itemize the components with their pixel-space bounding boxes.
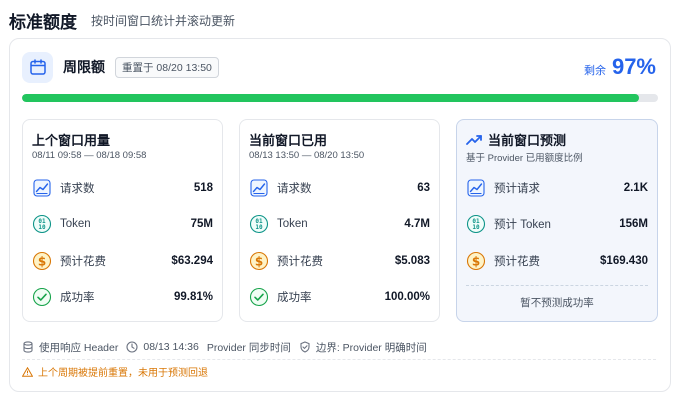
chart-line-icon [249, 178, 269, 198]
dollar-icon: $ [466, 251, 486, 271]
stat-row-success-rate: 成功率 99.81% [32, 286, 213, 308]
no-prediction-note: 暂不预测成功率 [520, 297, 594, 309]
remaining-percent: 97% [611, 54, 656, 79]
binary-icon: 01 10 [32, 214, 52, 234]
stat-label: 预计 Token [494, 219, 551, 231]
stat-label: 预计花费 [277, 256, 323, 268]
sync-label: Provider 同步时间 [206, 341, 291, 354]
binary-icon: 01 10 [466, 214, 486, 234]
stat-label: Token [60, 218, 91, 230]
stat-row-cost: $ 预计花费 $169.430 [466, 250, 648, 272]
stat-row-success-rate: 成功率 100.00% [249, 286, 430, 308]
stat-value: 156M [619, 218, 648, 230]
warning-icon [22, 366, 33, 377]
stat-label: 请求数 [60, 183, 95, 195]
quota-progress-fill [22, 94, 639, 102]
stat-value: $5.083 [394, 255, 430, 267]
chart-line-icon [32, 178, 52, 198]
footer-divider [22, 359, 656, 360]
stat-row-requests: 预计请求 2.1K [466, 177, 648, 199]
panel-time-range: 08/11 09:58 — 08/18 09:58 [32, 150, 147, 161]
panel-current-forecast: 当前窗口预测 基于 Provider 已用额度比例 预计请求 2.1K 01 10… [456, 119, 658, 322]
warning-text: 上个周期被提前重置，未用于预测回退 [38, 368, 208, 379]
svg-text:10: 10 [472, 224, 480, 231]
stat-row-token: 01 10 Token 4.7M [249, 213, 430, 235]
page-header: 标准额度 按时间窗口统计并滚动更新 [9, 9, 236, 32]
dollar-icon: $ [32, 251, 52, 271]
check-circle-icon [249, 287, 269, 307]
limit-title: 周限额 [63, 59, 105, 75]
remaining-label: 剩余 [583, 65, 606, 77]
panel-title: 当前窗口预测 [488, 133, 567, 148]
database-icon [23, 341, 33, 353]
stat-row-token: 01 10 预计 Token 156M [466, 213, 648, 235]
svg-text:$: $ [255, 255, 263, 269]
stat-value: 2.1K [623, 182, 648, 194]
page-subtitle: 按时间窗口统计并滚动更新 [91, 13, 236, 28]
stat-label: 成功率 [60, 292, 95, 304]
stat-label: 预计花费 [494, 256, 540, 268]
clock-icon [126, 341, 138, 353]
panel-title-row: 当前窗口预测 [466, 130, 566, 149]
stat-value: $169.430 [600, 255, 648, 267]
check-circle-icon [32, 287, 52, 307]
svg-text:$: $ [38, 255, 46, 269]
panel-previous-window: 上个窗口用量 08/11 09:58 — 08/18 09:58 请求数 518… [22, 119, 223, 322]
binary-icon: 01 10 [249, 214, 269, 234]
page-title: 标准额度 [9, 12, 77, 32]
stat-label: 预计花费 [60, 256, 106, 268]
panel-title: 当前窗口已用 [249, 133, 328, 148]
stat-label: 请求数 [277, 183, 312, 195]
stat-value: 4.7M [404, 218, 430, 230]
stat-value: 100.00% [384, 291, 430, 303]
panel-current-window: 当前窗口已用 08/13 13:50 — 08/20 13:50 请求数 63 … [239, 119, 440, 322]
calendar-icon [22, 51, 53, 83]
panel-description: 基于 Provider 已用额度比例 [466, 153, 583, 164]
boundary-text: 边界: Provider 明确时间 [315, 341, 427, 354]
weekly-limit-card: 周限额 重置于 08/20 13:50 剩余 97% 上个窗口用量 08/11 … [9, 38, 671, 392]
svg-text:10: 10 [255, 224, 263, 231]
stat-label: Token [277, 218, 308, 230]
stat-value: 75M [190, 218, 213, 230]
reset-warning: 上个周期被提前重置，未用于预测回退 [22, 364, 208, 379]
stat-row-cost: $ 预计花费 $5.083 [249, 250, 430, 272]
divider [466, 285, 648, 286]
sync-item: 08/13 14:36 Provider 同步时间 [126, 340, 291, 355]
stat-label: 成功率 [277, 292, 312, 304]
stat-row-token: 01 10 Token 75M [32, 213, 213, 235]
quota-progress-bar [22, 94, 658, 102]
boundary-item: 边界: Provider 明确时间 [299, 340, 427, 355]
dollar-icon: $ [249, 251, 269, 271]
trending-up-icon [466, 134, 482, 146]
panel-time-range: 08/13 13:50 — 08/20 13:50 [249, 150, 365, 161]
source-text: 使用响应 Header [39, 341, 119, 354]
stat-row-requests: 请求数 63 [249, 177, 430, 199]
stat-row-requests: 请求数 518 [32, 177, 213, 199]
panel-title: 上个窗口用量 [32, 133, 111, 148]
limit-header: 周限额 重置于 08/20 13:50 剩余 97% [22, 51, 656, 83]
stat-label: 预计请求 [494, 183, 540, 195]
reset-badge: 重置于 08/20 13:50 [115, 56, 219, 78]
shield-check-icon [300, 341, 310, 353]
stat-value: 63 [417, 182, 430, 194]
stat-value: 99.81% [173, 291, 213, 303]
stat-row-cost: $ 预计花费 $63.294 [32, 250, 213, 272]
remaining-indicator: 剩余 97% [584, 54, 656, 80]
stat-value: $63.294 [171, 255, 213, 267]
sync-time: 08/13 14:36 [143, 341, 199, 353]
svg-text:$: $ [472, 255, 480, 269]
meta-footer: 使用响应 Header 08/13 14:36 Provider 同步时间 边界… [22, 339, 435, 355]
svg-text:10: 10 [38, 224, 46, 231]
source-item: 使用响应 Header [22, 340, 118, 355]
stat-value: 518 [193, 182, 213, 194]
chart-line-icon [466, 178, 486, 198]
